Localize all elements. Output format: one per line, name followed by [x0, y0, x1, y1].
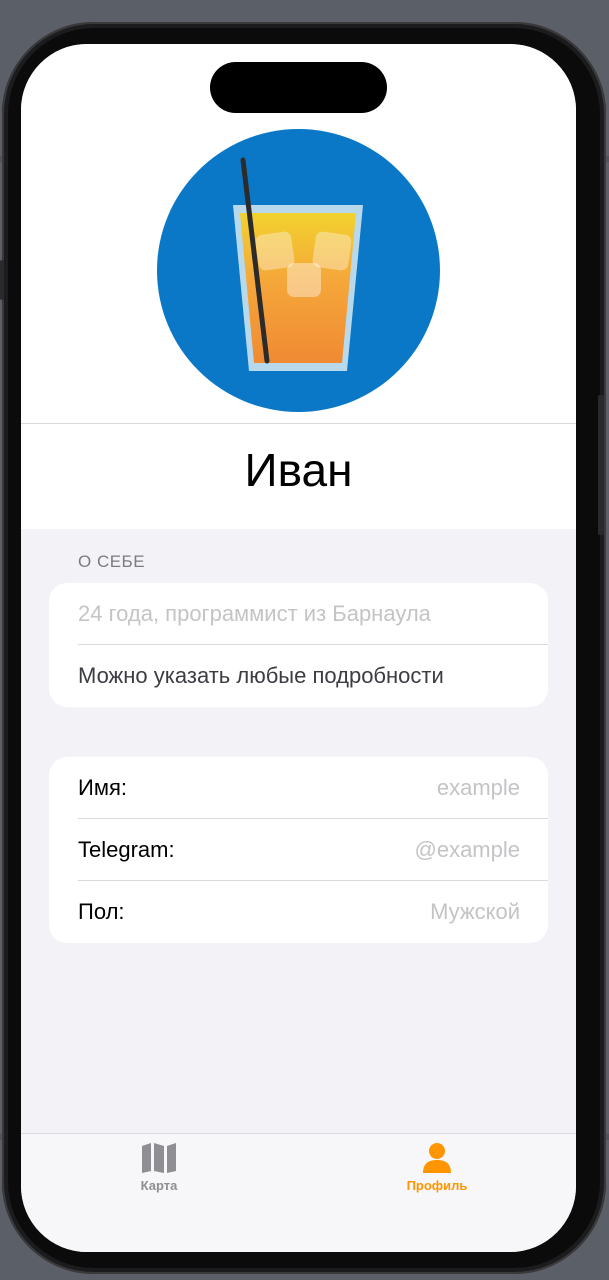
telegram-label: Telegram: [78, 837, 175, 862]
tab-map-label: Карта [140, 1178, 178, 1193]
tab-map[interactable]: Карта [99, 1142, 219, 1193]
tab-profile-label: Профиль [406, 1178, 468, 1193]
about-card: 24 года, программист из Барнаула Можно у… [49, 583, 548, 707]
details-card: Имя: example Telegram: @example Пол: Муж… [49, 757, 548, 943]
gender-row[interactable]: Пол: Мужской [49, 881, 548, 943]
tab-bar: Карта Профиль [21, 1133, 576, 1252]
gender-value[interactable]: Мужской [430, 899, 520, 925]
profile-header: Иван [21, 44, 576, 529]
about-input[interactable]: 24 года, программист из Барнаула [49, 583, 548, 645]
side-button [0, 260, 4, 300]
gender-label: Пол: [78, 899, 125, 924]
person-icon [423, 1143, 451, 1173]
user-name: Иван [244, 444, 353, 496]
name-label: Имя: [78, 775, 127, 800]
telegram-field[interactable]: @example [415, 837, 521, 863]
header-divider [21, 423, 576, 424]
power-button [598, 395, 604, 535]
about-section-header: О СЕБЕ [78, 552, 146, 571]
tab-profile[interactable]: Профиль [377, 1142, 497, 1193]
about-hint-row: Можно указать любые подробности [49, 645, 548, 707]
about-placeholder: 24 года, программист из Барнаула [78, 601, 431, 626]
avatar[interactable] [157, 129, 440, 412]
name-field[interactable]: example [437, 775, 520, 801]
map-icon [142, 1143, 176, 1173]
about-hint: Можно указать любые подробности [78, 663, 444, 688]
tropical-drink-icon [233, 157, 363, 371]
dynamic-island [210, 62, 387, 113]
telegram-row[interactable]: Telegram: @example [49, 819, 548, 881]
screen: Иван О СЕБЕ 24 года, программист из Барн… [21, 44, 576, 1252]
name-row[interactable]: Имя: example [49, 757, 548, 819]
